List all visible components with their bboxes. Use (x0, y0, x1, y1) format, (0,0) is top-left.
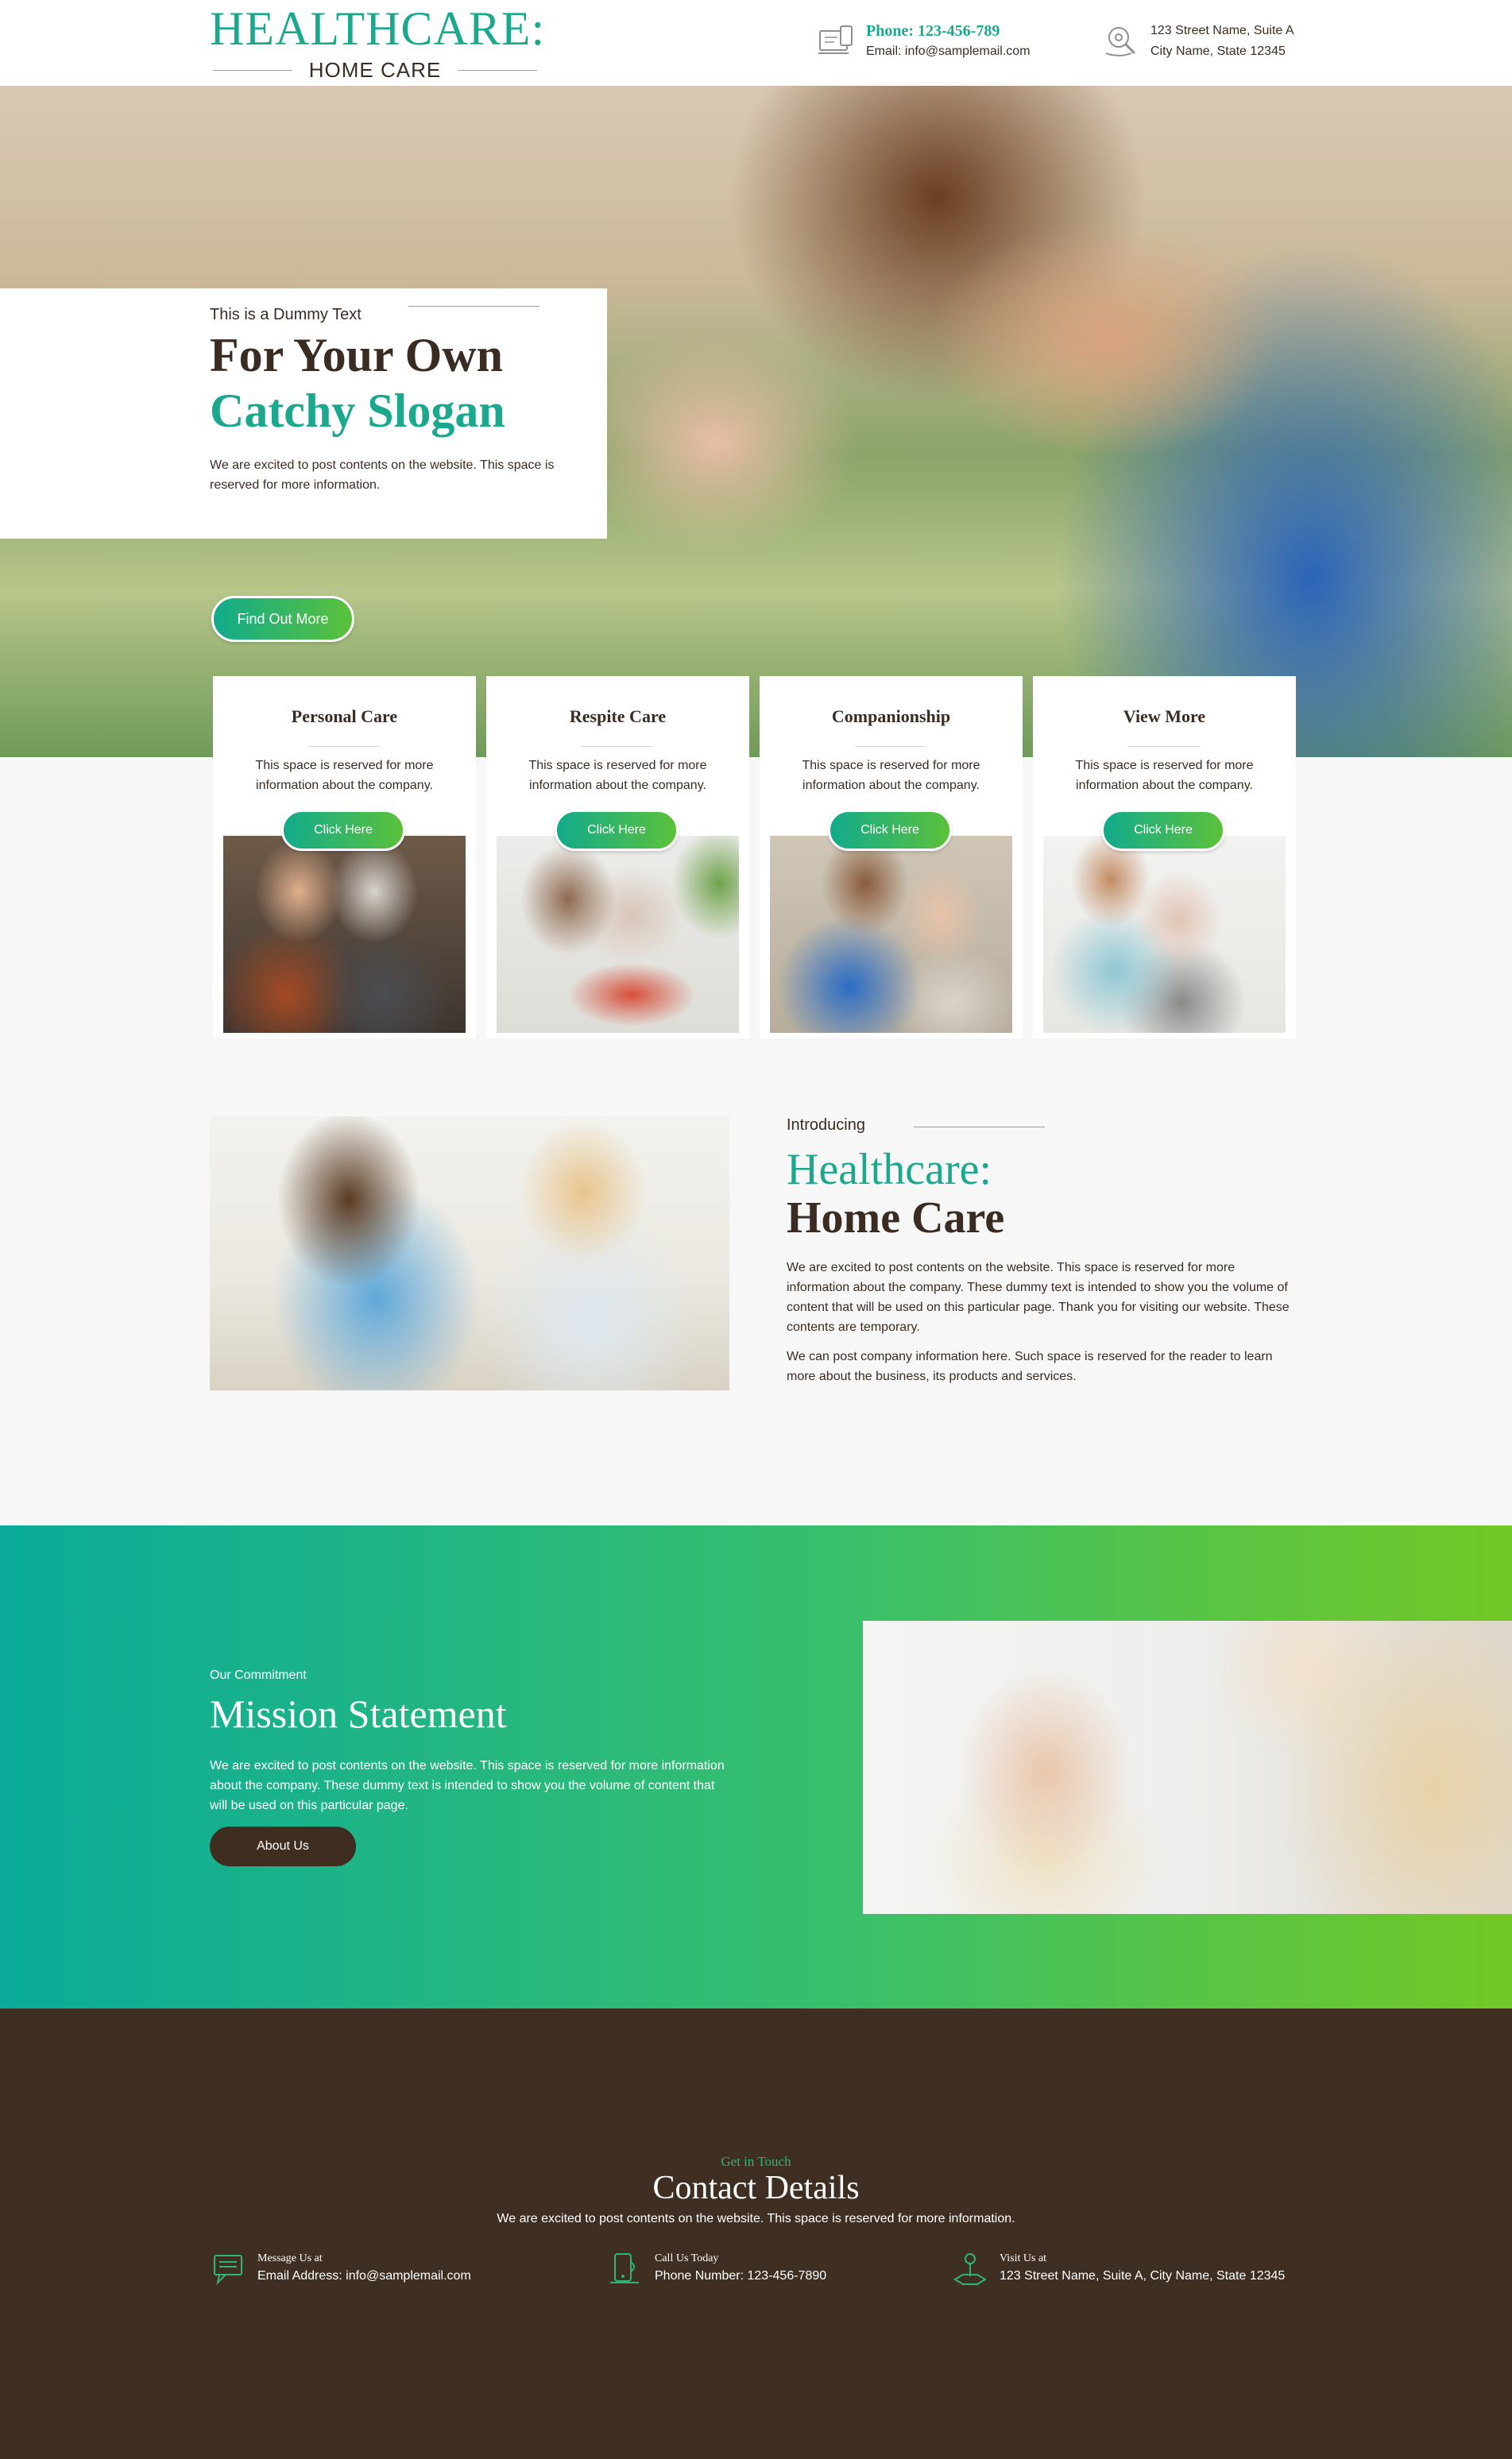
intro-title: Healthcare: (787, 1145, 992, 1194)
respite-care-click-button[interactable]: Click Here (555, 810, 679, 851)
logo-divider-left (213, 70, 292, 71)
footer-address: 123 Street Name, Suite A, City Name, Sta… (1000, 2269, 1286, 2283)
service-card-title: Personal Care (291, 706, 398, 726)
phone-icon (610, 2253, 639, 2283)
service-card-image (497, 836, 739, 1033)
service-card-title: Respite Care (569, 706, 667, 726)
footer-contact-title: Message Us at (257, 2252, 323, 2264)
personal-care-click-button[interactable]: Click Here (281, 810, 405, 851)
header-address-line1: 123 Street Name, Suite A (1150, 24, 1294, 37)
service-card-respite-care: Respite Care This space is reserved for … (486, 676, 749, 1038)
mission-text: We are excited to post contents on the w… (210, 1759, 725, 1812)
intro-subtitle: Home Care (787, 1193, 1005, 1243)
mission-title: Mission Statement (210, 1692, 507, 1736)
services-section: Personal Care This space is reserved for… (213, 676, 1297, 1038)
logo-divider-right (458, 70, 537, 71)
hero-text-box: This is a Dummy Text For Your Own Catchy… (0, 288, 607, 539)
service-card-title: Companionship (831, 706, 951, 726)
footer-title: Contact Details (652, 2170, 860, 2206)
header-address-line2: City Name, State 12345 (1150, 44, 1286, 58)
page: HEALTHCARE: HOME CARE Phone: 123-456-789… (0, 0, 1512, 2459)
intro-paragraph-2: We can post company information here. Su… (787, 1350, 1273, 1383)
chat-icon (214, 2255, 242, 2286)
service-card-divider (855, 746, 926, 747)
service-card-image (770, 836, 1012, 1033)
mission-kicker: Our Commitment (210, 1668, 307, 1682)
header: HEALTHCARE: HOME CARE Phone: 123-456-789… (0, 0, 1512, 86)
intro-paragraph-1: We are excited to post contents on the w… (787, 1261, 1290, 1334)
service-card-text: This space is reserved for more informat… (1075, 759, 1254, 792)
find-out-more-button[interactable]: Find Out More (211, 596, 354, 642)
header-phone[interactable]: Phone: 123-456-789 (866, 21, 1031, 41)
mission-image (863, 1621, 1512, 1914)
footer-phone[interactable]: Phone Number: 123-456-7890 (655, 2267, 826, 2286)
service-card-title: View More (1123, 706, 1206, 726)
logo-subtitle: HOME CARE (308, 58, 442, 82)
service-card-divider (582, 746, 653, 747)
logo[interactable]: HEALTHCARE: HOME CARE (210, 2, 546, 84)
hero-subheadline: Catchy Slogan (210, 385, 505, 437)
location-search-icon (1105, 27, 1136, 56)
contact-footer: Get in Touch Contact Details We are exci… (0, 2009, 1512, 2459)
intro-image (210, 1116, 729, 1390)
logo-title: HEALTHCARE: (210, 2, 546, 55)
footer-contact-title: Call Us Today (655, 2252, 719, 2264)
hero-headline: For Your Own (210, 329, 503, 381)
service-card-image (1043, 836, 1286, 1033)
footer-contact-address: Visit Us at 123 Street Name, Suite A, Ci… (952, 2251, 1285, 2287)
location-icon (953, 2253, 987, 2285)
header-phone-block: Phone: 123-456-789 Email: info@samplemai… (817, 21, 1031, 62)
service-card-view-more: View More This space is reserved for mor… (1033, 676, 1296, 1038)
hero-description: We are excited to post contents on the w… (210, 458, 555, 492)
service-card-text: This space is reserved for more informat… (528, 759, 707, 792)
service-card-image (223, 836, 466, 1033)
footer-contact-phone: Call Us Today Phone Number: 123-456-7890 (607, 2251, 826, 2287)
service-card-text: This space is reserved for more informat… (802, 759, 980, 792)
mission-section: Our Commitment Mission Statement We are … (0, 1525, 1512, 2009)
footer-text: We are excited to post contents on the w… (497, 2212, 1015, 2225)
view-more-click-button[interactable]: Click Here (1101, 810, 1225, 851)
header-email[interactable]: Email: info@samplemail.com (866, 41, 1031, 62)
footer-contact-title: Visit Us at (1000, 2252, 1047, 2264)
hero-banner: This is a Dummy Text For Your Own Catchy… (0, 86, 1512, 757)
service-card-text: This space is reserved for more informat… (255, 759, 434, 792)
footer-contact-message: Message Us at Email Address: info@sample… (210, 2251, 471, 2287)
footer-email[interactable]: Email Address: info@samplemail.com (257, 2267, 471, 2286)
hero-kicker-divider (408, 306, 539, 307)
about-us-button[interactable]: About Us (210, 1827, 356, 1866)
hero-kicker: This is a Dummy Text (210, 306, 362, 323)
header-address-block: 123 Street Name, Suite A City Name, Stat… (1101, 21, 1294, 62)
service-card-personal-care: Personal Care This space is reserved for… (213, 676, 476, 1038)
intro-kicker: Introducing (787, 1116, 865, 1134)
service-card-divider (308, 746, 380, 747)
service-card-companionship: Companionship This space is reserved for… (760, 676, 1023, 1038)
companionship-click-button[interactable]: Click Here (828, 810, 952, 851)
laptop-phone-icon (818, 25, 853, 54)
service-card-divider (1128, 746, 1200, 747)
